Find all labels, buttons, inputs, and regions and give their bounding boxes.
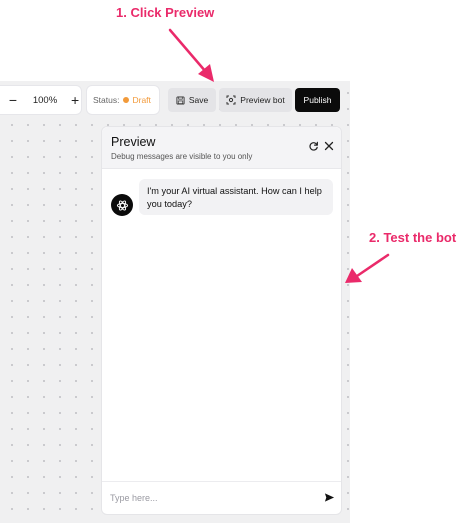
arrow-to-panel (355, 253, 390, 278)
preview-bot-button[interactable]: Preview bot (219, 88, 292, 112)
zoom-level: 100% (32, 94, 58, 106)
preview-bot-label: Preview bot (240, 95, 285, 105)
preview-icon (226, 95, 236, 105)
annotation-step-2: 2. Test the bot (369, 230, 457, 245)
close-icon[interactable] (324, 141, 334, 151)
annotation-step-1: 1. Click Preview (116, 5, 215, 20)
preview-panel: Preview Debug messages are visible to yo… (101, 126, 342, 515)
publish-button[interactable]: Publish (295, 88, 340, 112)
zoom-in-button[interactable]: + (69, 92, 81, 108)
chat-input[interactable] (110, 490, 310, 506)
chat-input-bar (102, 481, 341, 514)
zoom-control: − 100% + (0, 85, 82, 115)
save-label: Save (188, 95, 209, 105)
send-icon[interactable] (324, 492, 335, 503)
status-label: Status: (93, 95, 120, 105)
arrow-to-preview (168, 28, 208, 74)
save-icon (176, 95, 185, 105)
panel-title: Preview (111, 135, 156, 149)
bot-message: I'm your AI virtual assistant. How can I… (139, 179, 333, 215)
refresh-icon[interactable] (308, 141, 319, 152)
status-value: Draft (132, 95, 151, 105)
status-indicator: Status: Draft (86, 85, 160, 115)
save-button[interactable]: Save (168, 88, 216, 112)
zoom-out-button[interactable]: − (7, 92, 19, 108)
status-dot (123, 97, 130, 103)
preview-panel-header: Preview Debug messages are visible to yo… (102, 127, 341, 169)
bot-avatar (111, 194, 133, 216)
panel-subtitle: Debug messages are visible to you only (111, 152, 253, 161)
bot-avatar-icon (116, 199, 128, 211)
